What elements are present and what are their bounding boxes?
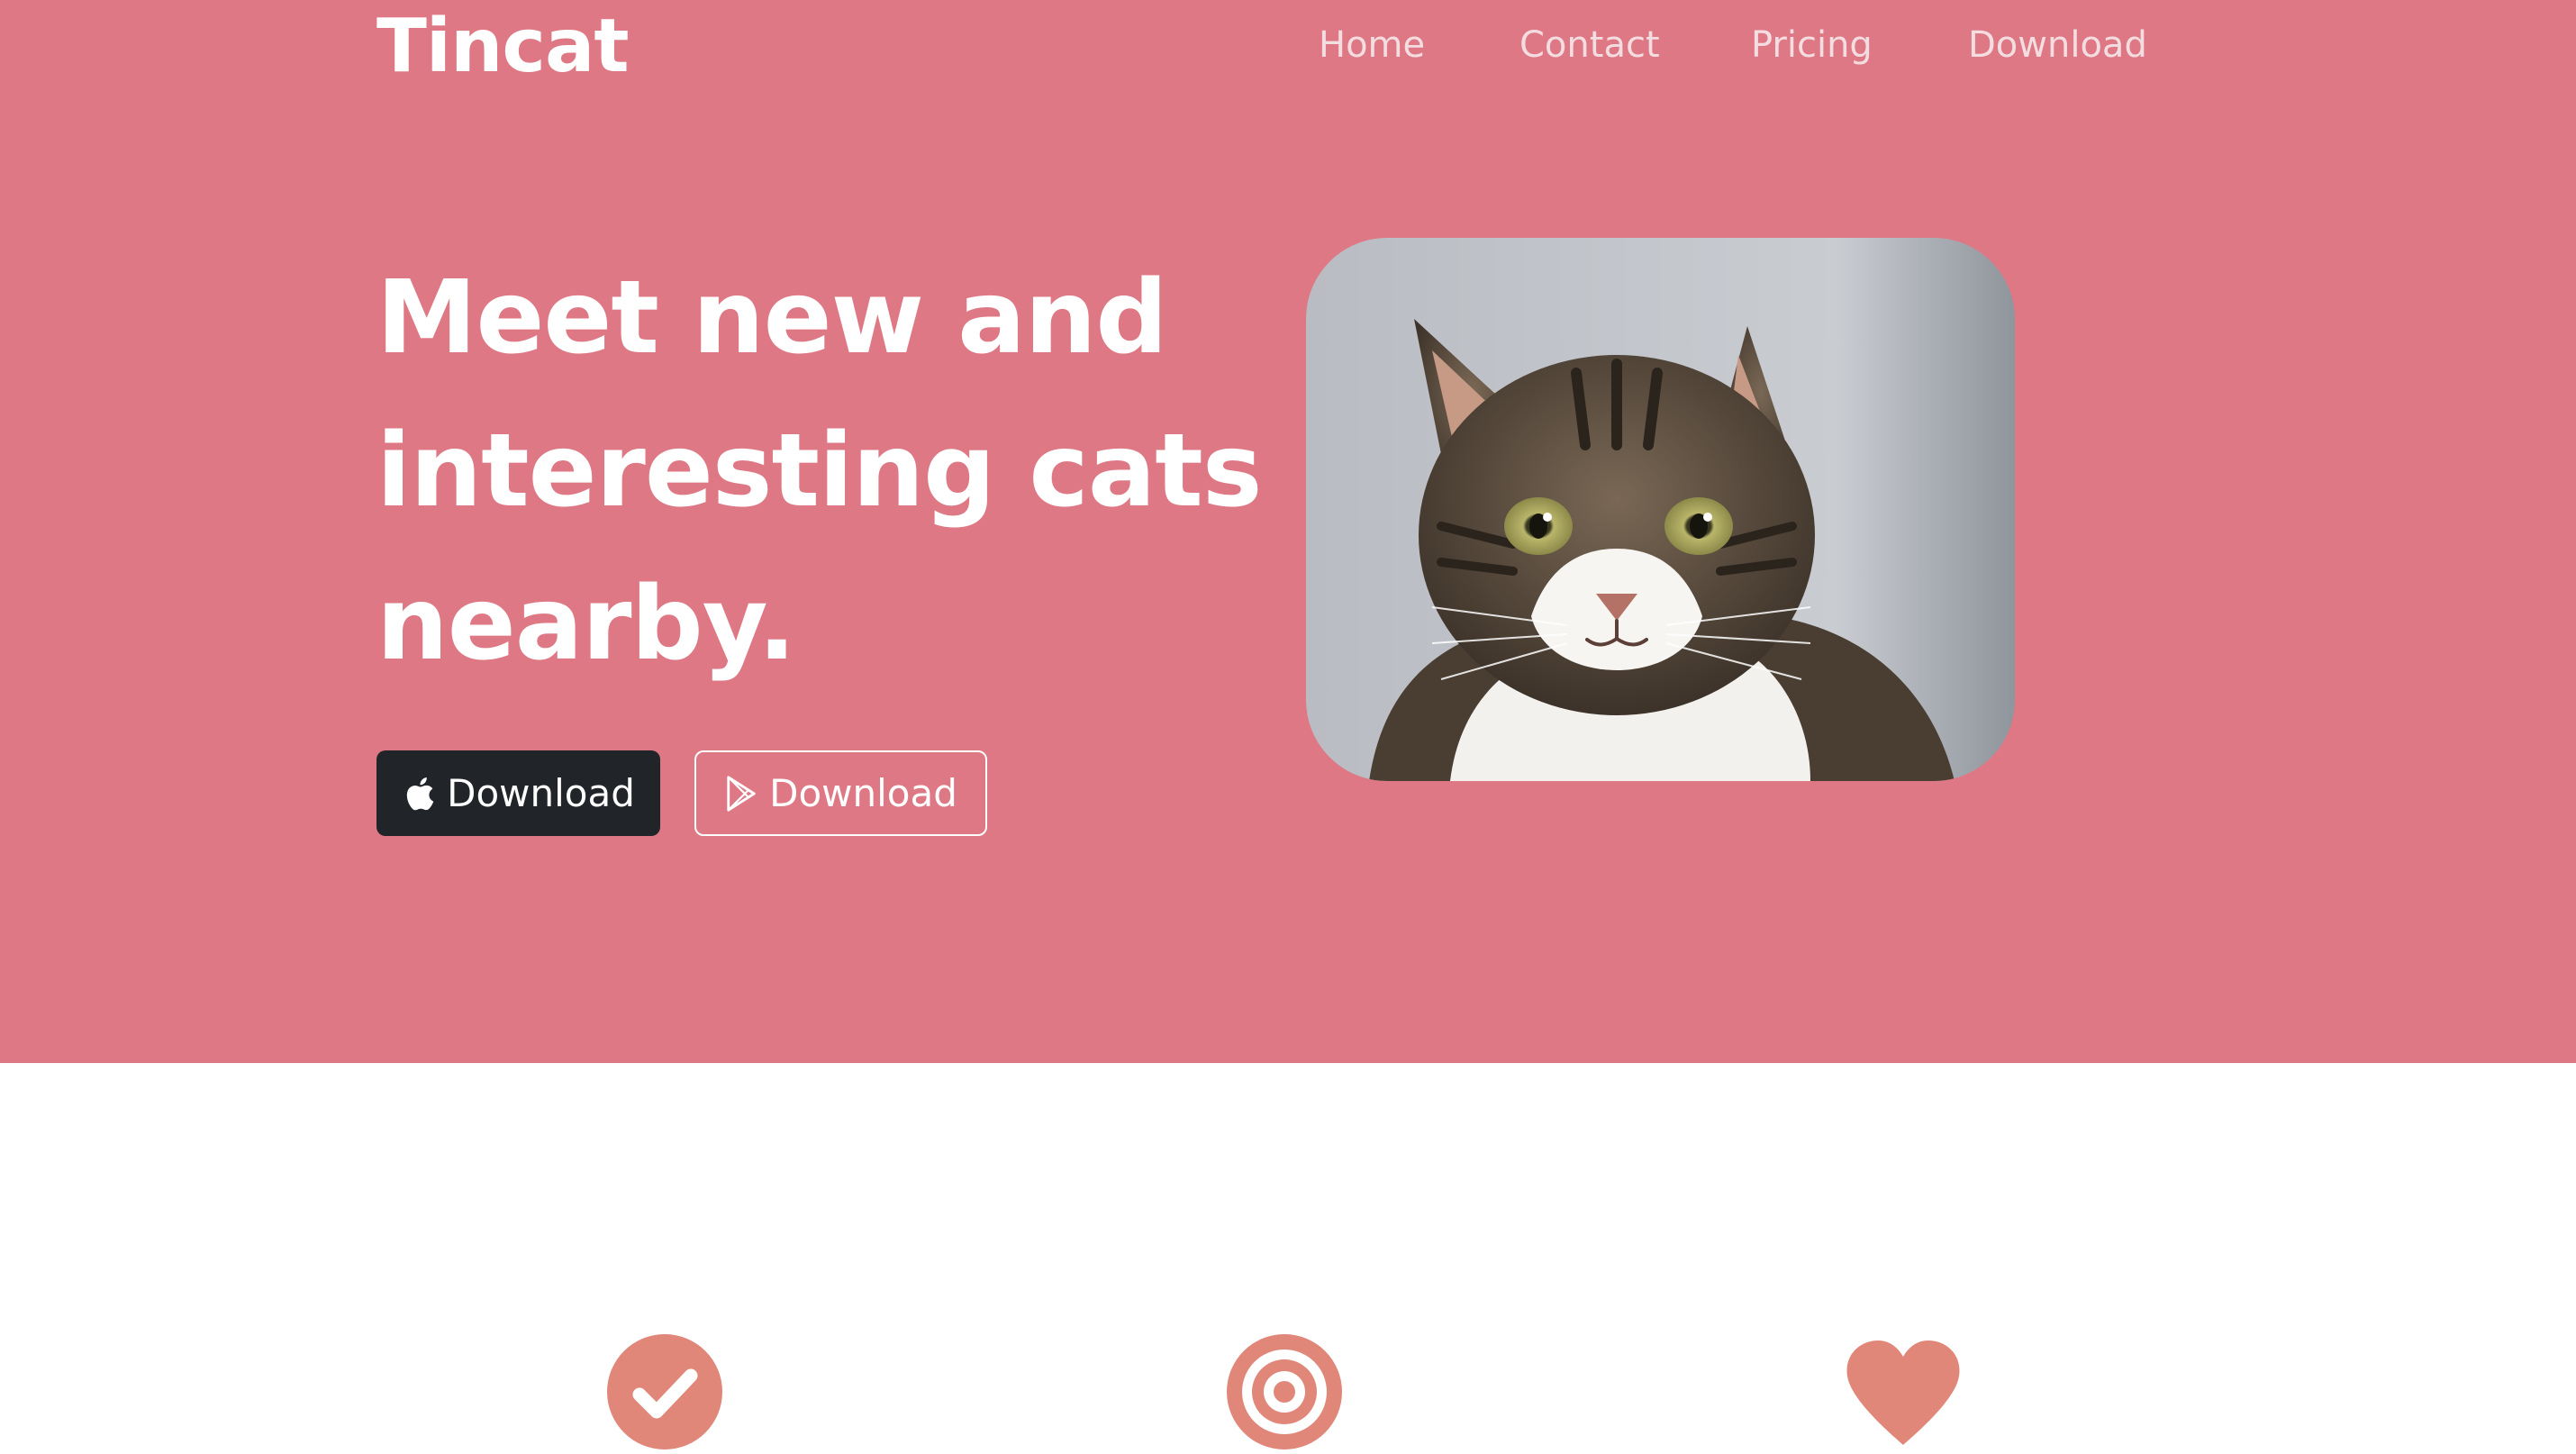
features-section xyxy=(0,1333,2576,1449)
hero-headline: Meet new and interesting cats nearby. xyxy=(376,241,1262,701)
target-icon xyxy=(1226,1333,1343,1450)
google-play-icon xyxy=(724,775,758,813)
headline-line-1: Meet new and xyxy=(376,259,1168,377)
nav-pricing[interactable]: Pricing xyxy=(1751,20,1873,70)
nav-download[interactable]: Download xyxy=(1968,20,2147,70)
headline-line-3: nearby. xyxy=(376,566,796,683)
nav-home[interactable]: Home xyxy=(1319,20,1425,70)
app-store-download-label: Download xyxy=(447,771,635,815)
nav-contact[interactable]: Contact xyxy=(1519,20,1660,70)
apple-icon xyxy=(402,775,436,813)
hero-section: Tincat Home Contact Pricing Download Mee… xyxy=(0,0,2576,1063)
brand-logo[interactable]: Tincat xyxy=(376,4,630,90)
check-circle-icon xyxy=(606,1333,723,1450)
app-store-download-button[interactable]: Download xyxy=(376,750,660,836)
heart-icon xyxy=(1845,1333,1962,1450)
google-play-download-label: Download xyxy=(769,771,957,815)
google-play-download-button[interactable]: Download xyxy=(694,750,987,836)
headline-line-2: interesting cats xyxy=(376,413,1262,530)
cat-photo xyxy=(1306,238,2015,781)
